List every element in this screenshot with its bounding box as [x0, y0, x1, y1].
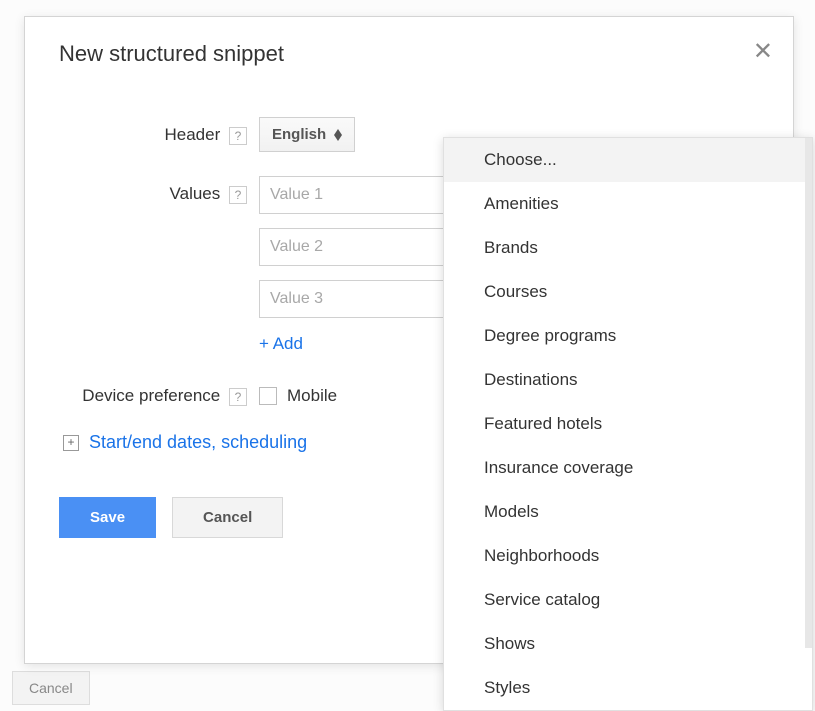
- dropdown-item-featured-hotels[interactable]: Featured hotels: [444, 402, 812, 446]
- cancel-button[interactable]: Cancel: [172, 497, 283, 538]
- dropdown-item-insurance-coverage[interactable]: Insurance coverage: [444, 446, 812, 490]
- dropdown-scrollbar[interactable]: [805, 138, 812, 648]
- device-pref-control: Mobile: [259, 378, 337, 406]
- values-control: + Add: [259, 176, 469, 354]
- device-pref-label: Device preference: [82, 386, 220, 405]
- values-label: Values: [170, 184, 221, 203]
- header-type-dropdown: Choose... Amenities Brands Courses Degre…: [443, 137, 813, 711]
- dropdown-item-courses[interactable]: Courses: [444, 270, 812, 314]
- value-input-3[interactable]: [259, 280, 469, 318]
- scheduling-expand-label: Start/end dates, scheduling: [89, 432, 307, 453]
- dropdown-item-brands[interactable]: Brands: [444, 226, 812, 270]
- header-label-wrap: Header ?: [59, 117, 259, 145]
- expand-plus-icon: +: [63, 435, 79, 451]
- dropdown-item-shows[interactable]: Shows: [444, 622, 812, 666]
- backdrop-cancel-button[interactable]: Cancel: [12, 671, 90, 705]
- close-icon[interactable]: ✕: [753, 37, 773, 66]
- dropdown-item-choose[interactable]: Choose...: [444, 138, 812, 182]
- device-pref-label-wrap: Device preference ?: [59, 378, 259, 406]
- modal-title: New structured snippet: [59, 41, 759, 67]
- sort-arrows-icon: [334, 129, 342, 141]
- modal-dialog: New structured snippet ✕ Header ? Englis…: [24, 16, 794, 664]
- dropdown-item-neighborhoods[interactable]: Neighborhoods: [444, 534, 812, 578]
- language-select[interactable]: English: [259, 117, 355, 152]
- help-icon[interactable]: ?: [229, 186, 247, 204]
- value-input-1[interactable]: [259, 176, 469, 214]
- dropdown-item-destinations[interactable]: Destinations: [444, 358, 812, 402]
- save-button[interactable]: Save: [59, 497, 156, 538]
- mobile-label: Mobile: [287, 386, 337, 406]
- language-selected-label: English: [272, 126, 326, 143]
- value-input-2[interactable]: [259, 228, 469, 266]
- add-value-link[interactable]: + Add: [259, 334, 469, 354]
- dropdown-item-models[interactable]: Models: [444, 490, 812, 534]
- values-label-wrap: Values ?: [59, 176, 259, 204]
- header-control: English: [259, 117, 355, 152]
- header-label: Header: [165, 125, 221, 144]
- mobile-checkbox[interactable]: [259, 387, 277, 405]
- dropdown-item-degree-programs[interactable]: Degree programs: [444, 314, 812, 358]
- help-icon[interactable]: ?: [229, 127, 247, 145]
- dropdown-item-service-catalog[interactable]: Service catalog: [444, 578, 812, 622]
- dropdown-item-amenities[interactable]: Amenities: [444, 182, 812, 226]
- dropdown-item-styles[interactable]: Styles: [444, 666, 812, 710]
- help-icon[interactable]: ?: [229, 388, 247, 406]
